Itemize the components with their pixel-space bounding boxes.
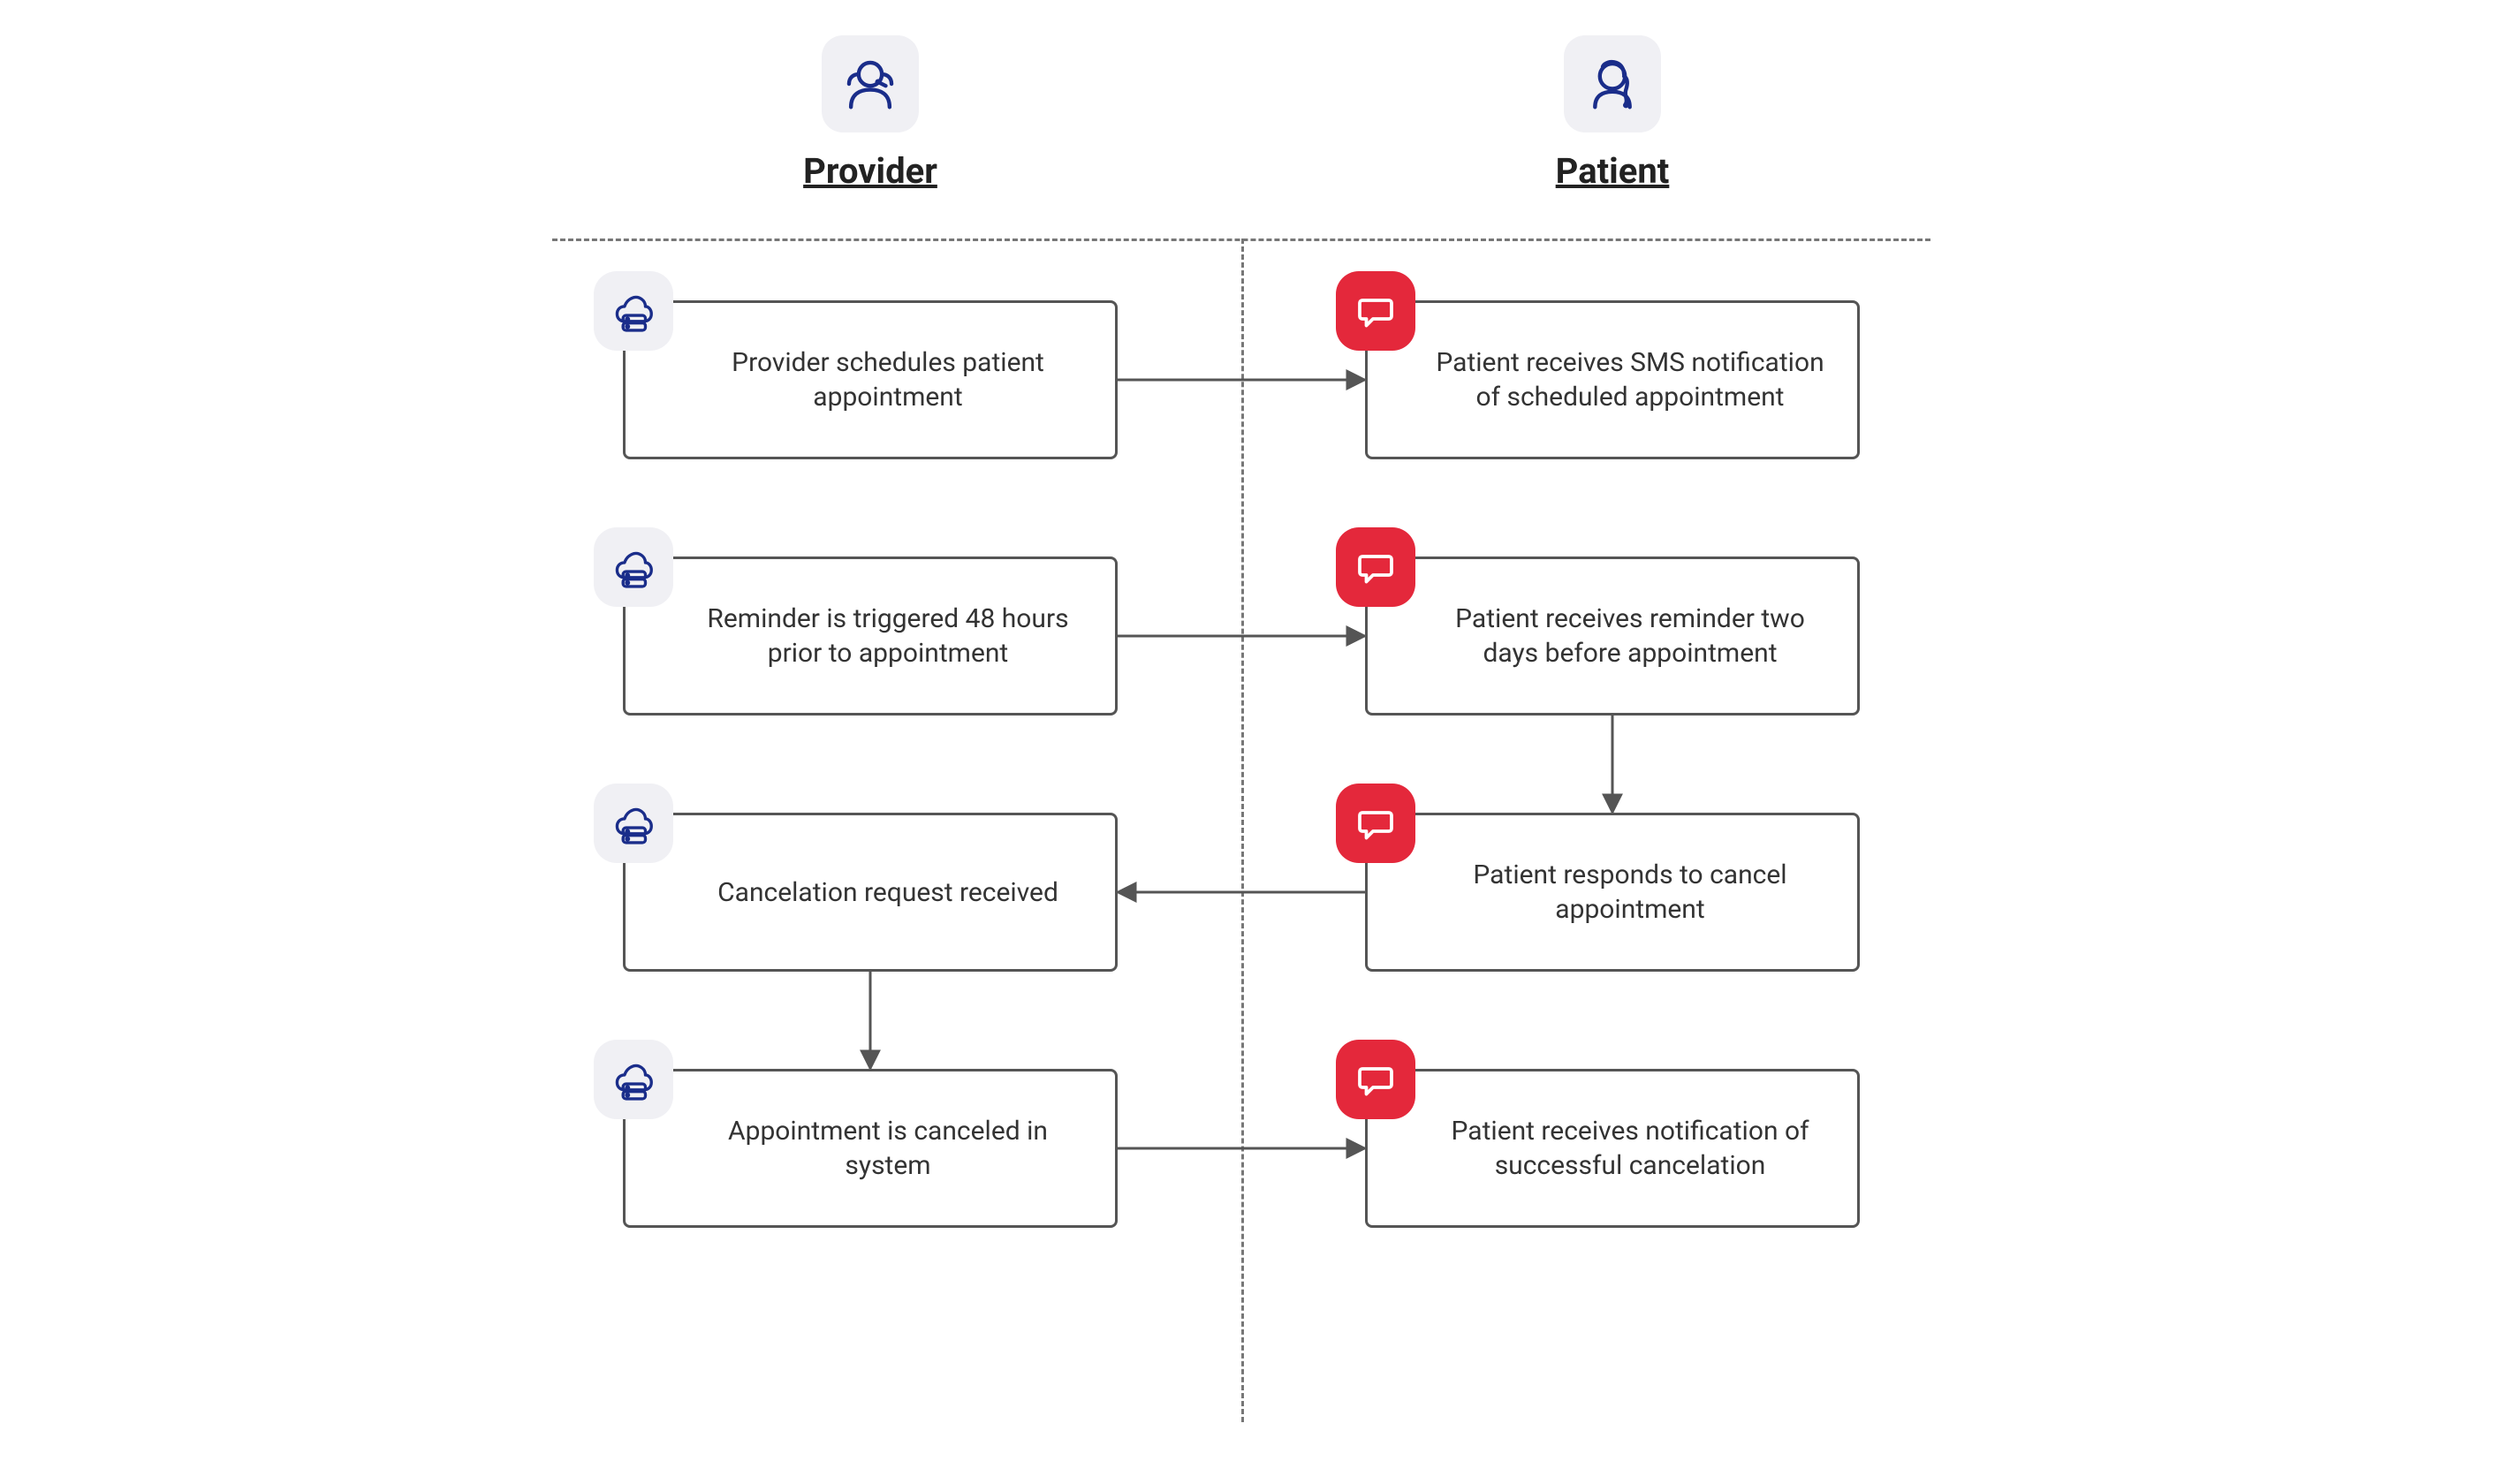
node-reminder-triggered: Reminder is triggered 48 hours prior to … (623, 556, 1118, 716)
column-label-patient: Patient (1347, 150, 1877, 192)
node-provider-schedules: Provider schedules patient appointment (623, 300, 1118, 459)
column-header-patient: Patient (1347, 35, 1877, 192)
vertical-divider (1241, 238, 1244, 1422)
swimlane-diagram: Provider Patient (464, 35, 2054, 1449)
node-text: Provider schedules patient appointment (687, 345, 1088, 414)
provider-icon (822, 35, 919, 132)
node-text: Patient receives reminder two days befor… (1430, 602, 1831, 670)
server-icon (594, 527, 673, 607)
server-icon (594, 1040, 673, 1119)
node-text: Patient responds to cancel appointment (1430, 858, 1831, 927)
patient-icon (1564, 35, 1661, 132)
arrows-layer (464, 35, 2054, 1449)
column-label-provider: Provider (605, 150, 1135, 192)
server-icon (594, 271, 673, 351)
node-patient-cancel: Patient responds to cancel appointment (1365, 813, 1860, 972)
server-icon (594, 784, 673, 863)
chat-icon (1336, 271, 1415, 351)
node-patient-sms: Patient receives SMS notification of sch… (1365, 300, 1860, 459)
node-patient-confirm: Patient receives notification of success… (1365, 1069, 1860, 1228)
node-text: Appointment is canceled in system (687, 1114, 1088, 1183)
chat-icon (1336, 784, 1415, 863)
node-appointment-canceled: Appointment is canceled in system (623, 1069, 1118, 1228)
node-patient-reminder: Patient receives reminder two days befor… (1365, 556, 1860, 716)
node-text: Patient receives notification of success… (1430, 1114, 1831, 1183)
chat-icon (1336, 1040, 1415, 1119)
node-text: Cancelation request received (717, 875, 1058, 910)
column-header-provider: Provider (605, 35, 1135, 192)
chat-icon (1336, 527, 1415, 607)
node-text: Patient receives SMS notification of sch… (1430, 345, 1831, 414)
node-text: Reminder is triggered 48 hours prior to … (687, 602, 1088, 670)
node-cancelation-received: Cancelation request received (623, 813, 1118, 972)
